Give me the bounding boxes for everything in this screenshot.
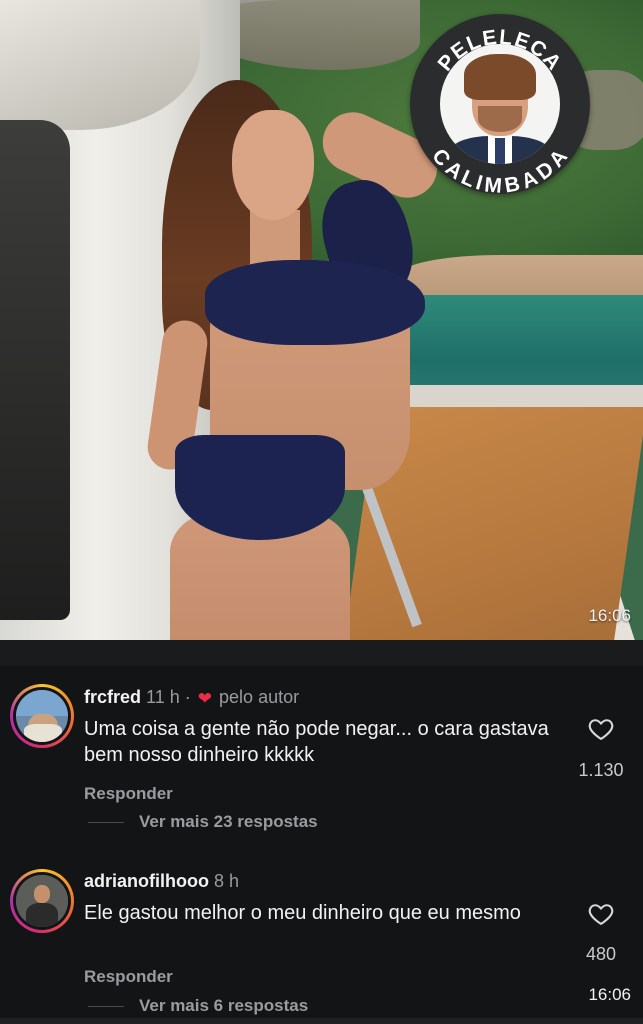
person-bikini-bottom [175,435,345,540]
status-timestamp: 16:06 [588,985,631,1004]
view-more-replies-button[interactable]: Ver mais 23 respostas [139,812,318,832]
badge-bottom-text: CALIMBADA [427,145,572,194]
reply-button[interactable]: Responder [84,784,173,804]
heart-filled-icon: ❤ [197,689,213,708]
person-face [232,110,314,220]
avatar[interactable] [10,684,74,748]
comment-text: Uma coisa a gente não pode negar... o ca… [84,718,549,766]
badge-top-text: PELELECA [434,26,567,76]
like-count: 480 [585,944,617,964]
avatar-head [34,885,50,903]
avatar-shirt [24,724,62,742]
comment-age: 8 h [214,871,240,891]
avatar-image [16,875,68,927]
peleleca-calimbada-logo: PELELECA CALIMBADA [410,14,590,194]
comment-username[interactable]: adrianofilhooo [84,871,209,891]
photo-person [144,70,450,640]
replies-divider [88,1006,124,1007]
comment-header: adrianofilhooo 8 h [84,871,239,892]
replies-divider [88,822,124,823]
avatar-ring-gap [13,687,71,745]
heart-outline-icon[interactable] [587,715,615,743]
reply-button[interactable]: Responder [84,967,173,987]
comment-header: frcfred 11 h · ❤ pelo autor [84,687,299,709]
post-photo[interactable]: PELELECA CALIMBADA 16:06 [0,0,643,640]
view-more-replies-button[interactable]: Ver mais 6 respostas [139,996,308,1016]
avatar-image [16,690,68,742]
comment-username[interactable]: frcfred [84,687,141,707]
avatar-person [26,903,58,927]
comment-age: 11 h [146,687,180,707]
next-comment-edge [0,1018,643,1024]
avatar-bg [16,690,68,716]
photo-timestamp: 16:06 [588,606,631,625]
comments-header-bar [0,640,643,666]
heart-outline-icon[interactable] [587,900,615,928]
avatar[interactable] [10,869,74,933]
person-bikini-top [205,260,425,345]
comment-text: Ele gastou melhor o meu dinheiro que eu … [84,902,521,924]
photo-boat-window [0,120,70,620]
badge-text-ring: PELELECA CALIMBADA [427,26,572,194]
meta-separator: · [184,687,191,707]
like-count: 1.130 [578,760,624,780]
author-liked-label: pelo autor [219,687,300,707]
avatar-ring-gap [13,872,71,930]
